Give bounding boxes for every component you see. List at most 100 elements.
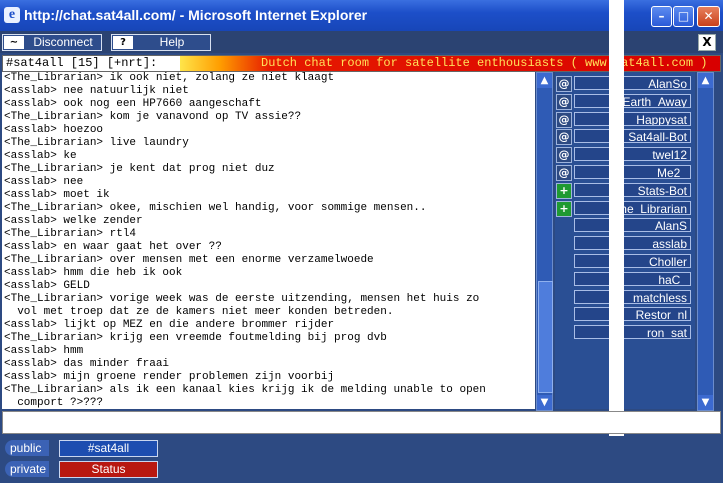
operator-badge: @ xyxy=(556,111,572,128)
maximize-icon: □ xyxy=(677,9,690,23)
user-list: @ AlanSo @ Earth_Away @ Happysat @ Sat4all-Bot @… xyxy=(555,72,695,409)
user-nick[interactable]: asslab xyxy=(574,236,691,251)
user-list-item[interactable]: AlanS xyxy=(555,217,695,233)
chat-line: <asslab> welke zender xyxy=(4,215,143,227)
userlist-scroll-up-icon[interactable]: ▲ xyxy=(698,73,713,88)
close-chat-button[interactable]: X xyxy=(698,34,716,51)
chat-line: <asslab> mijn groene render problemen zi… xyxy=(4,371,335,383)
chat-line: <asslab> lijkt op MEZ en die andere brom… xyxy=(4,319,335,331)
chat-line: <The_Librarian> ik ook niet, zolang ze n… xyxy=(4,72,335,84)
chat-line: <asslab> hmm xyxy=(4,345,84,357)
close-button[interactable]: ✕ xyxy=(697,6,720,27)
voice-badge: + xyxy=(556,200,572,217)
userlist-scroll-down-icon[interactable]: ▼ xyxy=(698,395,713,410)
user-nick[interactable]: The_Librarian xyxy=(574,200,691,215)
user-list-item[interactable]: Restor_nl xyxy=(555,306,695,322)
chat-line: <The_Librarian> rtl4 xyxy=(4,228,137,240)
public-row: public #sat4all xyxy=(0,438,723,458)
user-nick[interactable]: Happysat xyxy=(574,111,691,126)
chat-line: <The_Librarian> vorige week was de eerst… xyxy=(4,293,480,305)
user-nick[interactable]: haC_ xyxy=(574,271,691,286)
user-nick[interactable]: Earth_Away xyxy=(574,93,691,108)
chat-log: <The_Librarian> ik ook niet, zolang ze n… xyxy=(2,72,535,409)
user-nick[interactable]: ron_sat xyxy=(574,325,691,340)
operator-badge: @ xyxy=(556,129,572,146)
scroll-thumb[interactable] xyxy=(538,281,553,393)
user-list-item[interactable]: haC_ xyxy=(555,271,695,287)
operator-badge: @ xyxy=(556,93,572,110)
chat-line: <asslab> GELD xyxy=(4,280,90,292)
chat-line: <asslab> das minder fraai xyxy=(4,358,170,370)
user-list-item[interactable]: @ _Me2_ xyxy=(555,164,695,181)
operator-badge: @ xyxy=(556,76,572,92)
userlist-scrollbar[interactable]: ▲ ▼ xyxy=(697,72,714,411)
user-list-item[interactable]: + The_Librarian xyxy=(555,200,695,217)
user-nick[interactable]: twel12 xyxy=(574,147,691,162)
chat-line: <asslab> nee xyxy=(4,176,84,188)
window-title: http://chat.sat4all.com/ - Microsoft Int… xyxy=(24,7,368,23)
operator-badge: @ xyxy=(556,165,572,181)
operator-badge: @ xyxy=(556,147,572,164)
user-list-item[interactable]: asslab xyxy=(555,235,695,251)
chat-scrollbar[interactable]: ▲ ▼ xyxy=(536,72,553,411)
close-icon: ✕ xyxy=(703,9,714,23)
chat-line: <asslab> ke xyxy=(4,150,77,162)
chat-line: comport ?>??? xyxy=(4,397,104,409)
chat-line: vol met troep dat ze de kamers niet meer… xyxy=(4,306,394,318)
help-label: Help xyxy=(159,35,185,49)
user-nick[interactable]: Sat4all-Bot xyxy=(574,129,691,144)
user-nick[interactable]: Restor_nl xyxy=(574,307,691,322)
chat-line: <asslab> hoezoo xyxy=(4,124,104,136)
chat-line: <asslab> moet ik xyxy=(4,189,110,201)
user-list-item[interactable]: @ Earth_Away xyxy=(555,93,695,110)
maximize-button[interactable]: □ xyxy=(673,6,694,27)
topic-text: Dutch chat room for satellite enthousias… xyxy=(261,56,708,70)
chat-line: <asslab> ook nog een HP7660 aangeschaft xyxy=(4,98,262,110)
chat-line: <asslab> nee natuurlijk niet xyxy=(4,85,189,97)
disconnect-button[interactable]: ∼ Disconnect xyxy=(2,34,102,51)
user-nick[interactable]: _Me2_ xyxy=(574,165,691,179)
signal-icon: ∼ xyxy=(4,36,24,49)
browser-window: e http://chat.sat4all.com/ - Microsoft I… xyxy=(0,0,723,483)
tab-sat4all[interactable]: #sat4all xyxy=(59,440,158,457)
chat-line: <The_Librarian> als ik een kanaal kies k… xyxy=(4,384,486,396)
user-list-item[interactable]: @ AlanSo xyxy=(555,75,695,92)
voice-badge: + xyxy=(556,182,572,199)
minimize-icon: – xyxy=(658,9,665,23)
user-nick[interactable]: AlanS xyxy=(574,218,691,233)
chat-line: <The_Librarian> je kent dat prog niet du… xyxy=(4,163,275,175)
topic-banner: Dutch chat room for satellite enthousias… xyxy=(180,56,720,71)
chat-line: <The_Librarian> krijg een vreemde foutme… xyxy=(4,332,387,344)
scroll-up-icon[interactable]: ▲ xyxy=(537,73,552,88)
private-row: private Status xyxy=(0,459,723,479)
user-list-item[interactable]: @ twel12 xyxy=(555,146,695,164)
user-list-item[interactable]: Choller xyxy=(555,253,695,269)
private-side-label: private xyxy=(5,461,49,477)
message-input[interactable] xyxy=(2,411,721,434)
chat-line: <The_Librarian> over mensen met een enor… xyxy=(4,254,374,266)
user-list-item[interactable]: @ Happysat xyxy=(555,111,695,128)
user-nick[interactable]: matchless xyxy=(574,289,691,304)
channel-info: #sat4all [15] [+nrt]: xyxy=(6,56,158,70)
minimize-button[interactable]: – xyxy=(651,6,672,27)
chat-line: <The_Librarian> okee, mischien wel handi… xyxy=(4,202,427,214)
chat-line: <asslab> hmm die heb ik ook xyxy=(4,267,183,279)
chat-line: <The_Librarian> kom je vanavond op TV as… xyxy=(4,111,302,123)
user-nick[interactable]: Choller xyxy=(574,254,691,268)
scroll-down-icon[interactable]: ▼ xyxy=(537,395,552,410)
user-list-item[interactable]: + Stats-Bot xyxy=(555,182,695,199)
user-list-item[interactable]: matchless xyxy=(555,289,695,305)
user-nick[interactable]: Stats-Bot xyxy=(574,182,691,197)
chat-line: <asslab> en waar gaat het over ?? xyxy=(4,241,222,253)
user-list-item[interactable]: @ Sat4all-Bot xyxy=(555,128,695,146)
chat-lines: <The_Librarian> ik ook niet, zolang ze n… xyxy=(2,72,535,409)
tab-bar: public #sat4all private Status xyxy=(0,436,723,483)
ie-icon: e xyxy=(4,7,20,23)
public-side-label: public xyxy=(5,440,49,456)
tab-status[interactable]: Status xyxy=(59,461,158,478)
user-list-item[interactable]: ron_sat xyxy=(555,324,695,340)
question-icon: ? xyxy=(113,36,133,49)
user-nick[interactable]: AlanSo xyxy=(574,76,691,90)
help-button[interactable]: ? Help xyxy=(111,34,211,51)
disconnect-label: Disconnect xyxy=(33,35,93,49)
